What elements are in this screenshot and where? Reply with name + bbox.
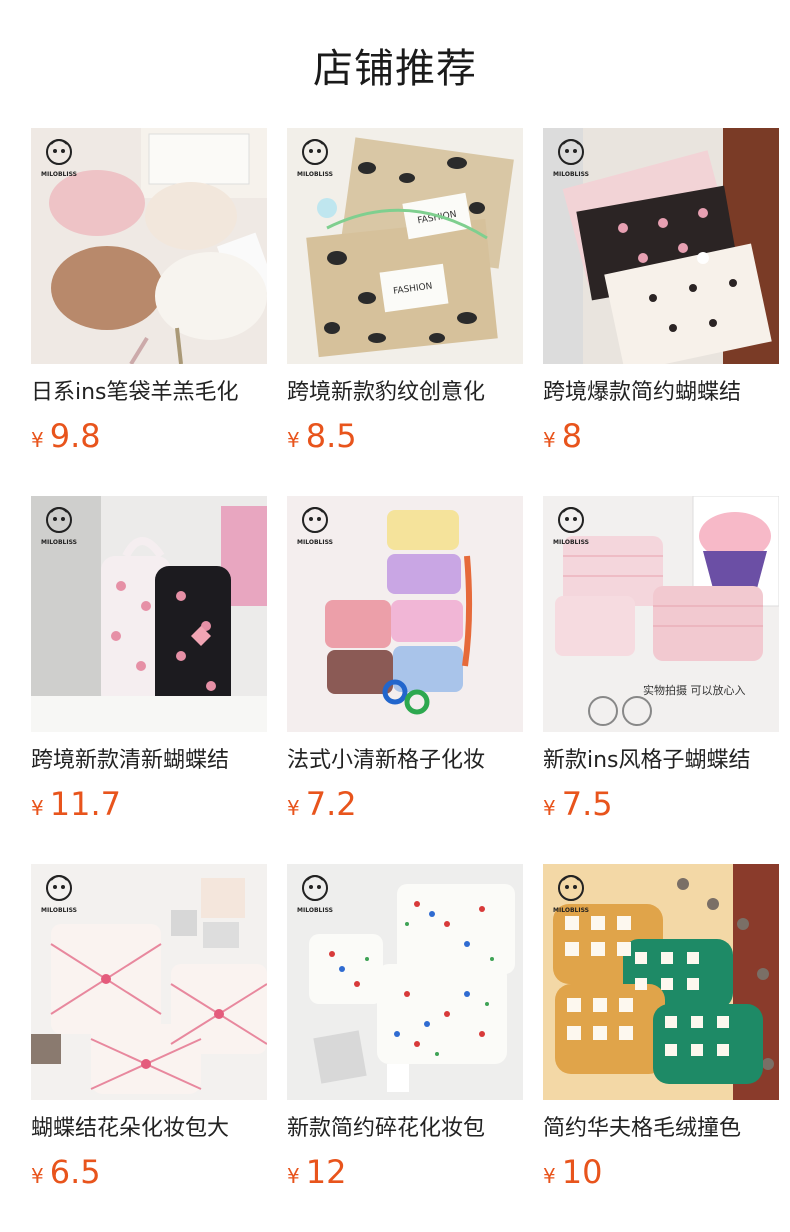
product-price: ¥8.5: [287, 416, 523, 462]
currency-symbol: ¥: [287, 428, 300, 452]
svg-text:MILOBLISS: MILOBLISS: [297, 171, 333, 178]
svg-text:MILOBLISS: MILOBLISS: [41, 171, 77, 178]
brand-logo-icon: MILOBLISS: [297, 507, 333, 546]
svg-text:MILOBLISS: MILOBLISS: [553, 539, 589, 546]
product-name[interactable]: 跨境新款豹纹创意化: [287, 378, 523, 408]
svg-text:MILOBLISS: MILOBLISS: [41, 907, 77, 914]
product-price: ¥9.8: [31, 416, 267, 462]
currency-symbol: ¥: [31, 428, 44, 452]
brand-logo-icon: MILOBLISS: [297, 139, 333, 178]
product-name[interactable]: 日系ins笔袋羊羔毛化: [31, 378, 267, 408]
product-card[interactable]: MILOBLISS 法式小清新格子化妆 ¥7.2: [287, 496, 523, 864]
product-name[interactable]: 新款简约碎花化妆包: [287, 1114, 523, 1144]
product-name[interactable]: 蝴蝶结花朵化妆包大: [31, 1114, 267, 1144]
currency-symbol: ¥: [543, 428, 556, 452]
product-name[interactable]: 法式小清新格子化妆: [287, 746, 523, 776]
product-grid: MILOBLISS 日系ins笔袋羊羔毛化 ¥9.8 FASHION FASHI…: [31, 128, 779, 1232]
product-price: ¥11.7: [31, 784, 267, 830]
svg-text:实物拍摄 可以放心入: 实物拍摄 可以放心入: [643, 683, 746, 697]
price-value: 6.5: [49, 1153, 101, 1191]
product-card[interactable]: MILOBLISS 跨境新款清新蝴蝶结 ¥11.7: [31, 496, 267, 864]
product-card[interactable]: MILOBLISS 蝴蝶结花朵化妆包大 ¥6.5: [31, 864, 267, 1232]
currency-symbol: ¥: [31, 1164, 44, 1188]
product-image[interactable]: 实物拍摄 可以放心入 MILOBLISS: [543, 496, 779, 732]
brand-logo-icon: MILOBLISS: [553, 875, 589, 914]
product-image[interactable]: MILOBLISS: [31, 864, 267, 1100]
product-image[interactable]: MILOBLISS: [31, 496, 267, 732]
svg-text:MILOBLISS: MILOBLISS: [41, 539, 77, 546]
price-value: 7.5: [561, 785, 613, 823]
product-price: ¥7.2: [287, 784, 523, 830]
product-image[interactable]: MILOBLISS: [543, 128, 779, 364]
price-value: 8: [561, 417, 583, 455]
product-card[interactable]: MILOBLISS 新款简约碎花化妆包 ¥12: [287, 864, 523, 1232]
brand-logo-icon: MILOBLISS: [41, 139, 77, 178]
brand-logo-icon: MILOBLISS: [553, 507, 589, 546]
product-image[interactable]: MILOBLISS: [287, 496, 523, 732]
product-price: ¥12: [287, 1152, 523, 1198]
product-name[interactable]: 新款ins风格子蝴蝶结: [543, 746, 779, 776]
product-price: ¥6.5: [31, 1152, 267, 1198]
svg-text:MILOBLISS: MILOBLISS: [297, 539, 333, 546]
price-value: 12: [305, 1153, 347, 1191]
svg-text:MILOBLISS: MILOBLISS: [297, 907, 333, 914]
price-value: 11.7: [49, 785, 121, 823]
product-name[interactable]: 简约华夫格毛绒撞色: [543, 1114, 779, 1144]
price-value: 8.5: [305, 417, 357, 455]
brand-logo-icon: MILOBLISS: [553, 139, 589, 178]
price-value: 9.8: [49, 417, 101, 455]
product-card[interactable]: FASHION FASHION MILOBLISS 跨境新款豹纹创意化 ¥8.5: [287, 128, 523, 496]
currency-symbol: ¥: [543, 1164, 556, 1188]
product-image[interactable]: MILOBLISS: [543, 864, 779, 1100]
product-name[interactable]: 跨境新款清新蝴蝶结: [31, 746, 267, 776]
currency-symbol: ¥: [31, 796, 44, 820]
product-name[interactable]: 跨境爆款简约蝴蝶结: [543, 378, 779, 408]
brand-logo-icon: MILOBLISS: [41, 875, 77, 914]
currency-symbol: ¥: [543, 796, 556, 820]
currency-symbol: ¥: [287, 796, 300, 820]
product-card[interactable]: MILOBLISS 简约华夫格毛绒撞色 ¥10: [543, 864, 779, 1232]
product-price: ¥8: [543, 416, 779, 462]
price-value: 7.2: [305, 785, 357, 823]
product-image[interactable]: MILOBLISS: [287, 864, 523, 1100]
brand-logo-icon: MILOBLISS: [41, 507, 77, 546]
product-image[interactable]: MILOBLISS: [31, 128, 267, 364]
svg-text:MILOBLISS: MILOBLISS: [553, 171, 589, 178]
product-price: ¥7.5: [543, 784, 779, 830]
product-price: ¥10: [543, 1152, 779, 1198]
product-card[interactable]: MILOBLISS 日系ins笔袋羊羔毛化 ¥9.8: [31, 128, 267, 496]
price-value: 10: [561, 1153, 603, 1191]
currency-symbol: ¥: [287, 1164, 300, 1188]
svg-text:MILOBLISS: MILOBLISS: [553, 907, 589, 914]
product-card[interactable]: 实物拍摄 可以放心入 MILOBLISS 新款ins风格子蝴蝶结 ¥7.5: [543, 496, 779, 864]
product-image[interactable]: FASHION FASHION MILOBLISS: [287, 128, 523, 364]
page-title: 店铺推荐: [313, 46, 477, 92]
brand-logo-icon: MILOBLISS: [297, 875, 333, 914]
product-card[interactable]: MILOBLISS 跨境爆款简约蝴蝶结 ¥8: [543, 128, 779, 496]
